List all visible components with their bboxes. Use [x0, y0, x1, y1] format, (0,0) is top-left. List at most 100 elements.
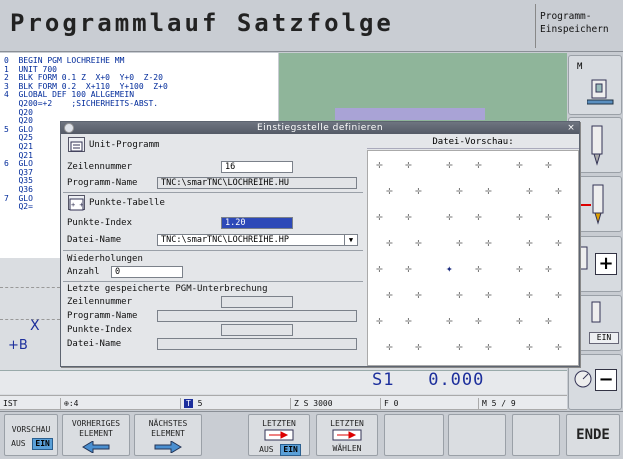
preview-point: ✛ [555, 340, 562, 353]
ein-state: EIN [32, 438, 53, 450]
preview-point: ✛ [446, 158, 453, 171]
preview-point: ✛ [386, 340, 393, 353]
preview-point: ✛ [526, 236, 533, 249]
feed-value: F 0 [380, 398, 401, 409]
previous-element-softkey[interactable]: VORHERIGES ELEMENT [62, 414, 130, 456]
preview-point: ✛ [386, 288, 393, 301]
listing-line[interactable]: Q20 [4, 108, 274, 118]
preview-point: ✛ [386, 184, 393, 197]
divider [63, 250, 363, 251]
dialog-title: Einstiegsstelle definieren [61, 122, 579, 134]
preview-point: ✛ [485, 236, 492, 249]
selected-point: ✦ [446, 262, 453, 275]
spindle-icon [587, 79, 614, 105]
element-label-2: ELEMENT [151, 429, 185, 438]
preview-point: ✛ [405, 314, 412, 327]
gauge-icon [574, 370, 592, 388]
preview-point: ✛ [516, 314, 523, 327]
preview-point: ✛ [405, 158, 412, 171]
lower-divider-2 [0, 300, 60, 320]
punkteindex-label: Punkte-Index [67, 218, 133, 228]
preview-point: ✛ [415, 288, 422, 301]
zeilennummer-field[interactable]: 16 [221, 161, 293, 173]
preview-point: ✛ [516, 158, 523, 171]
m-function-key[interactable]: M [568, 55, 622, 115]
listing-line[interactable]: Q200=+2 ;SICHERHEITS-ABST. [4, 99, 274, 109]
mode-line-2: Einspeichern [540, 24, 609, 35]
preview-toggle-softkey[interactable]: VORSCHAU AUS EIN [4, 414, 58, 456]
unit-program-icon [68, 137, 85, 152]
s1-value: 0.000 [428, 370, 485, 390]
divider [63, 281, 363, 282]
preview-point: ✛ [485, 288, 492, 301]
last-interruption-select-softkey[interactable]: LETZTEN WÄHLEN [316, 414, 378, 456]
punkteindex-field[interactable]: 1.20 [221, 217, 293, 229]
m-functions: M 5 / 9 [478, 398, 519, 409]
tool-value: 5 [197, 399, 203, 408]
svg-text:+ +: + + [71, 201, 84, 209]
divider [63, 192, 363, 193]
programmname2-field [157, 310, 357, 322]
preview-point: ✛ [446, 314, 453, 327]
aus-state-2: AUS [259, 445, 274, 454]
element-label: ELEMENT [79, 429, 113, 438]
letzten-label: LETZTEN [262, 419, 296, 428]
preview-point: ✛ [555, 236, 562, 249]
preview-point: ✛ [485, 184, 492, 197]
preview-point: ✛ [526, 340, 533, 353]
preview-point: ✛ [475, 314, 482, 327]
preview-point: ✛ [415, 184, 422, 197]
preview-point: ✛ [555, 184, 562, 197]
last-interruption-toggle-softkey[interactable]: LETZTEN AUS EIN [248, 414, 310, 456]
waehlen-label: WÄHLEN [332, 444, 362, 453]
programmname-label: Programm-Name [67, 178, 138, 188]
plus-icon: + [595, 253, 617, 275]
tool-axis-icon [577, 184, 604, 225]
preview-point: ✛ [415, 236, 422, 249]
preview-point: ✛ [456, 184, 463, 197]
empty-softkey-2[interactable] [448, 414, 506, 456]
next-element-softkey[interactable]: NÄCHSTES ELEMENT [134, 414, 202, 456]
axis-x-label: X [30, 318, 40, 334]
s1-readout: S1 0.000 [372, 370, 484, 390]
tool-icon [591, 125, 603, 166]
dateiname-select[interactable]: TNC:\smarTNC\LOCHREIHE.HP [157, 234, 345, 246]
aus-state: AUS [11, 439, 26, 448]
axis-b-label: +B [8, 338, 28, 353]
tool-t-icon: T [184, 399, 193, 408]
dateiname2-label: Datei-Name [67, 339, 122, 349]
ein-state-2: EIN [280, 444, 301, 456]
close-icon[interactable]: × [564, 122, 578, 134]
preview-point: ✛ [456, 288, 463, 301]
preview-point: ✛ [376, 262, 383, 275]
vorschau-label: VORSCHAU [11, 425, 51, 434]
punkteindex2-field [221, 324, 293, 336]
zeilennummer2-label: Zeilennummer [67, 297, 133, 307]
anzahl-field[interactable]: 0 [111, 266, 183, 278]
preview-point: ✛ [456, 236, 463, 249]
preview-point: ✛ [516, 262, 523, 275]
dateiname-label: Datei-Name [67, 235, 122, 245]
zeilennummer-label: Zeilennummer [67, 162, 133, 172]
preview-point: ✛ [485, 340, 492, 353]
graphic-highlight [335, 108, 485, 120]
tool-cell: T 5 [180, 398, 205, 409]
preview-point: ✛ [456, 340, 463, 353]
end-softkey[interactable]: ENDE [566, 414, 620, 456]
mode-indicator: Programm- Einspeichern [535, 4, 621, 48]
t4-cell: ⊕:4 [60, 398, 81, 409]
jump-icon [264, 429, 294, 441]
preview-point: ✛ [475, 210, 482, 223]
chevron-down-icon[interactable]: ▼ [344, 234, 358, 246]
naechstes-label: NÄCHSTES [148, 419, 188, 428]
points-table-icon: + + [68, 195, 85, 211]
tool-percent-icon [591, 301, 601, 323]
ist-label: IST [3, 399, 18, 408]
empty-softkey-3[interactable] [512, 414, 560, 456]
preview-point: ✛ [376, 314, 383, 327]
preview-point: ✛ [516, 210, 523, 223]
empty-softkey-1[interactable] [384, 414, 444, 456]
preview-point: ✛ [376, 210, 383, 223]
dateiname2-field [157, 338, 357, 350]
preview-point: ✛ [526, 288, 533, 301]
